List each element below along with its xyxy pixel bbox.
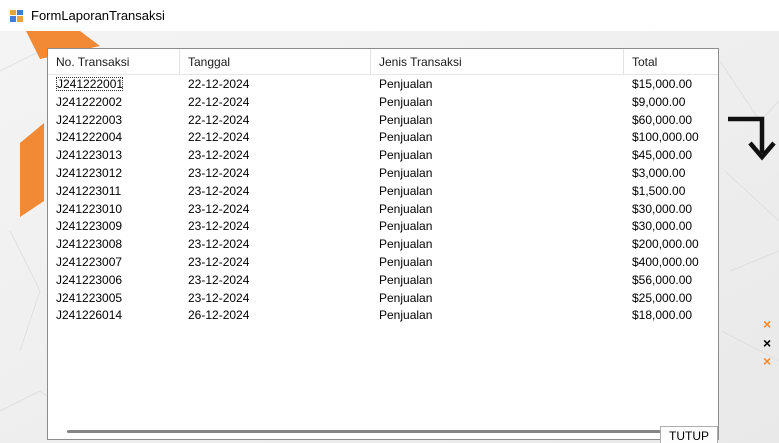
table-cell: $3,000.00 <box>632 165 686 180</box>
table-cell: Penjualan <box>379 308 433 323</box>
table-row[interactable]: J241222004 22-12-2024 Penjualan $100,000.00 <box>48 129 718 147</box>
close-button[interactable]: TUTUP <box>660 426 718 443</box>
table-row[interactable]: J241223005 23-12-2024 Penjualan $25,000.00 <box>48 290 718 308</box>
scrollbar-thumb[interactable] <box>67 430 702 433</box>
table-cell: J241222002 <box>56 94 123 109</box>
table-cell: $9,000.00 <box>632 94 686 109</box>
table-cell: J241223008 <box>56 237 123 252</box>
table-cell: $60,000.00 <box>632 112 693 127</box>
table-cell: J241222001 <box>48 76 180 93</box>
table-cell: Penjualan <box>379 201 433 216</box>
table-cell: $100,000.00 <box>632 130 699 145</box>
table-cell: J241223012 <box>56 165 123 180</box>
table-cell: 26-12-2024 <box>188 308 250 323</box>
table-cell: Penjualan <box>379 77 433 91</box>
focused-cell-text: J241222001 <box>56 77 124 91</box>
column-header-tanggal[interactable]: Tanggal <box>180 49 371 74</box>
table-row[interactable]: J241223008 23-12-2024 Penjualan $200,000.00 <box>48 236 718 254</box>
table-cell: $1,500.00 <box>632 183 686 198</box>
table-cell: J241226014 <box>56 308 123 323</box>
table-row[interactable]: J241223011 23-12-2024 Penjualan $1,500.00 <box>48 183 718 201</box>
table-row[interactable]: J241223013 23-12-2024 Penjualan $45,000.00 <box>48 147 718 165</box>
table-cell: Penjualan <box>379 165 433 180</box>
table-cell: Penjualan <box>379 272 433 287</box>
form-client-area: × × × No. Transaksi Tanggal Jenis Transa… <box>0 31 779 443</box>
title-bar[interactable]: FormLaporanTransaksi <box>0 0 779 31</box>
table-cell: 23-12-2024 <box>188 254 250 269</box>
table-row[interactable]: J241226014 26-12-2024 Penjualan $18,000.00 <box>48 307 718 325</box>
turn-down-arrow-icon <box>728 116 776 161</box>
table-row[interactable]: J241223010 23-12-2024 Penjualan $30,000.00 <box>48 201 718 219</box>
horizontal-scrollbar[interactable] <box>48 425 718 439</box>
list-body: J241222001 22-12-2024 Penjualan $15,000.00 J… <box>48 76 718 325</box>
window-title: FormLaporanTransaksi <box>31 8 165 23</box>
table-cell: J241222004 <box>56 130 123 145</box>
table-row[interactable]: J241222001 22-12-2024 Penjualan $15,000.00 <box>48 76 718 94</box>
table-row[interactable]: J241223012 23-12-2024 Penjualan $3,000.00 <box>48 165 718 183</box>
table-cell: $45,000.00 <box>632 148 693 163</box>
table-cell: $400,000.00 <box>632 254 699 269</box>
table-cell: 23-12-2024 <box>188 148 250 163</box>
table-cell: Penjualan <box>379 237 433 252</box>
table-cell: J241223005 <box>56 290 123 305</box>
list-header: No. Transaksi Tanggal Jenis Transaksi To… <box>48 49 718 75</box>
form-window: FormLaporanTransaksi × × × No. Transaksi… <box>0 0 779 443</box>
table-cell: Penjualan <box>379 94 433 109</box>
table-cell: $56,000.00 <box>632 272 693 287</box>
table-cell: 23-12-2024 <box>188 201 250 216</box>
table-cell: 22-12-2024 <box>188 130 250 145</box>
table-cell: $30,000.00 <box>632 219 693 234</box>
table-cell: Penjualan <box>379 183 433 198</box>
table-row[interactable]: J241222003 22-12-2024 Penjualan $60,000.00 <box>48 112 718 130</box>
table-cell: J241223010 <box>56 201 123 216</box>
table-cell: 22-12-2024 <box>188 77 250 91</box>
table-cell: 23-12-2024 <box>188 183 250 198</box>
table-cell: Penjualan <box>379 112 433 127</box>
table-cell: $25,000.00 <box>632 290 693 305</box>
table-cell: 22-12-2024 <box>188 112 250 127</box>
table-row[interactable]: J241223007 23-12-2024 Penjualan $400,000.00 <box>48 254 718 272</box>
table-cell: $18,000.00 <box>632 308 693 323</box>
transaction-list-view[interactable]: No. Transaksi Tanggal Jenis Transaksi To… <box>47 48 719 440</box>
table-row[interactable]: J241222002 22-12-2024 Penjualan $9,000.00 <box>48 94 718 112</box>
table-cell: 23-12-2024 <box>188 219 250 234</box>
form-app-icon <box>10 10 23 22</box>
table-cell: J241223009 <box>56 219 123 234</box>
orange-x-mark-icon: × <box>763 316 772 332</box>
table-cell: Penjualan <box>379 130 433 145</box>
column-header-jenis-transaksi[interactable]: Jenis Transaksi <box>371 49 624 74</box>
table-cell: Penjualan <box>379 148 433 163</box>
table-row[interactable]: J241223009 23-12-2024 Penjualan $30,000.00 <box>48 218 718 236</box>
table-cell: J241222003 <box>56 112 123 127</box>
table-row[interactable]: J241223006 23-12-2024 Penjualan $56,000.00 <box>48 272 718 290</box>
table-cell: J241223007 <box>56 254 123 269</box>
table-cell: J241223013 <box>56 148 123 163</box>
table-cell: Penjualan <box>379 290 433 305</box>
table-cell: 23-12-2024 <box>188 237 250 252</box>
table-cell: 23-12-2024 <box>188 165 250 180</box>
table-cell: 23-12-2024 <box>188 272 250 287</box>
table-cell: 23-12-2024 <box>188 290 250 305</box>
table-cell: 22-12-2024 <box>188 94 250 109</box>
column-header-total[interactable]: Total <box>624 49 718 74</box>
table-cell: $15,000.00 <box>632 77 693 91</box>
table-cell: $30,000.00 <box>632 201 693 216</box>
table-cell: J241223011 <box>56 183 122 198</box>
column-header-no-transaksi[interactable]: No. Transaksi <box>48 49 180 74</box>
table-cell: Penjualan <box>379 219 433 234</box>
black-x-mark-icon: × <box>763 335 772 351</box>
table-cell: Penjualan <box>379 254 433 269</box>
orange-x-mark-icon: × <box>763 353 772 369</box>
table-cell: J241223006 <box>56 272 123 287</box>
table-cell: $200,000.00 <box>632 237 699 252</box>
